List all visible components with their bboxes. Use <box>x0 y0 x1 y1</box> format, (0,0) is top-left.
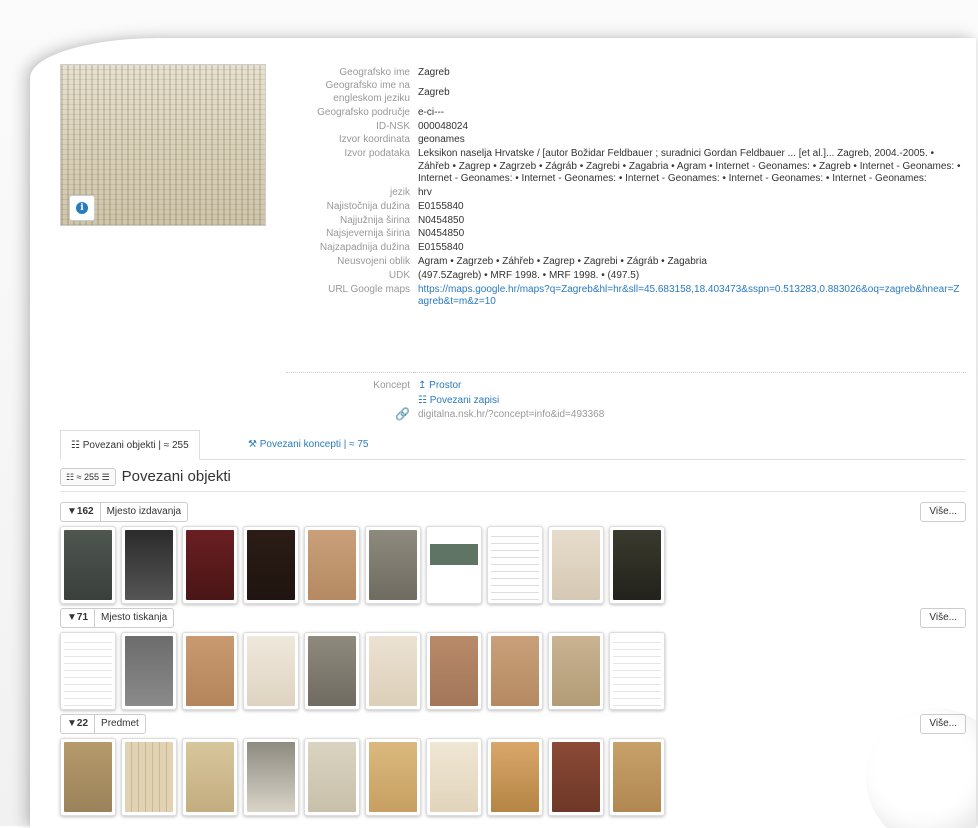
main-image[interactable]: i <box>60 64 266 226</box>
more-button[interactable]: Više... <box>920 502 966 522</box>
meta-row: Najzapadnija dužina E0155840 <box>319 242 464 254</box>
meta-row: Geografsko područje e-ci--- <box>317 106 445 118</box>
section-title: Povezani objekti <box>121 468 231 485</box>
link-icon: 🔗 <box>395 407 410 422</box>
object-thumbnail[interactable] <box>243 632 299 710</box>
section-header: ☷ ≈ 255 ☰ Povezani objekti <box>60 462 966 492</box>
meta-row: Najsjevernija širina N0454850 <box>326 228 465 240</box>
object-thumbnail[interactable] <box>60 632 116 710</box>
object-thumbnail[interactable] <box>609 632 665 710</box>
section-count-button[interactable]: ☷ ≈ 255 ☰ <box>60 467 116 486</box>
object-thumbnail[interactable] <box>365 738 421 816</box>
object-thumbnail[interactable] <box>426 738 482 816</box>
meta-row: Najistočnija dužina E0155840 <box>326 200 464 212</box>
meta-row: Neusvojeni oblik Agram • Zagrzeb • Záhřeb… <box>337 255 707 267</box>
object-thumbnail[interactable] <box>487 526 543 604</box>
google-maps-link[interactable]: https://maps.google.hr/maps?q=Zagreb&hl=… <box>418 284 960 308</box>
more-button[interactable]: Više... <box>920 714 966 734</box>
meta-row: Izvor podataka Leksikon naselja Hrvatske … <box>344 148 961 185</box>
povezani-zapisi-link[interactable]: Povezani zapisi <box>430 395 499 406</box>
object-thumbnail[interactable] <box>60 526 116 604</box>
info-icon: i <box>76 202 88 214</box>
permalink-text: digitalna.nsk.hr/?concept=info&id=493368 <box>418 409 605 421</box>
tab-bar: ☷ Povezani objekti | ≈ 255 ⚒ Povezani ko… <box>60 430 966 460</box>
object-thumbnail[interactable] <box>121 632 177 710</box>
sitemap-icon: ☷ <box>418 394 427 406</box>
object-thumbnail[interactable] <box>121 526 177 604</box>
object-thumbnail[interactable] <box>365 526 421 604</box>
metadata-table: Geografsko ime Zagreb Geografsko ime na e… <box>286 66 966 309</box>
object-thumbnail[interactable] <box>487 632 543 710</box>
filter-icon: ▼ <box>67 612 77 623</box>
group-mjesto-tiskanja: ▼71 Mjesto tiskanja Više... <box>60 608 966 710</box>
meta-row: ID-NSK 000048024 <box>376 120 469 132</box>
object-thumbnail[interactable] <box>243 738 299 816</box>
concepts-icon: ⚒ <box>248 439 257 450</box>
concept-key: Koncept <box>373 380 410 392</box>
objects-icon: ☷ <box>66 471 75 482</box>
filter-icon: ▼ <box>67 506 77 517</box>
object-thumbnail[interactable] <box>548 738 604 816</box>
object-thumbnail[interactable] <box>182 738 238 816</box>
meta-row: UDK (497.5Zagreb) • MRF 1998. • MRF 1998.… <box>388 269 640 281</box>
concept-row: ☷ Povezani zapisi <box>286 393 966 408</box>
concept-row: Koncept ↥ Prostor <box>286 379 966 394</box>
objects-icon: ☷ <box>71 440 80 451</box>
object-thumbnail[interactable] <box>182 632 238 710</box>
object-thumbnail[interactable] <box>609 526 665 604</box>
object-thumbnail[interactable] <box>365 632 421 710</box>
meta-row: jezik hrv <box>389 187 432 199</box>
concept-row: 🔗 digitalna.nsk.hr/?concept=info&id=4933… <box>286 408 966 424</box>
record-card: i Geografsko ime Zagreb Geografsko ime na… <box>30 38 976 828</box>
more-button[interactable]: Više... <box>920 608 966 628</box>
object-thumbnail[interactable] <box>243 526 299 604</box>
object-thumbnail[interactable] <box>60 738 116 816</box>
group-predmet: ▼22 Predmet Više... <box>60 714 966 816</box>
filter-icon: ▼ <box>67 718 77 729</box>
object-thumbnail[interactable] <box>426 632 482 710</box>
object-thumbnail[interactable] <box>182 526 238 604</box>
object-thumbnail[interactable] <box>304 632 360 710</box>
meta-row: URL Google maps https://maps.google.hr/ma… <box>328 283 960 308</box>
object-thumbnail[interactable] <box>548 526 604 604</box>
filter-button[interactable]: ▼71 Mjesto tiskanja <box>60 608 175 628</box>
info-button[interactable]: i <box>69 195 95 221</box>
object-thumbnail[interactable] <box>304 738 360 816</box>
object-thumbnail[interactable] <box>487 738 543 816</box>
meta-row: Najjužnija širina N0454850 <box>339 214 465 226</box>
object-thumbnail[interactable] <box>426 526 482 604</box>
group-mjesto-izdavanja: ▼162 Mjesto izdavanja Više... <box>60 502 966 604</box>
object-thumbnail[interactable] <box>304 526 360 604</box>
filter-button[interactable]: ▼22 Predmet <box>60 714 146 734</box>
object-thumbnail[interactable] <box>548 632 604 710</box>
meta-row: Geografsko ime Zagreb <box>339 66 450 78</box>
meta-row: Izvor koordinata geonames <box>338 134 465 146</box>
meta-row: Geografsko ime na engleskom jeziku Zagreb <box>325 80 450 104</box>
filter-button[interactable]: ▼162 Mjesto izdavanja <box>60 502 189 522</box>
tab-povezani-objekti[interactable]: ☷ Povezani objekti | ≈ 255 <box>60 430 200 460</box>
list-icon: ☰ <box>101 471 110 482</box>
concept-table: Koncept ↥ Prostor ☷ Povezani zapisi 🔗 di… <box>286 372 966 423</box>
tab-povezani-koncepti[interactable]: ⚒ Povezani koncepti | ≈ 75 <box>238 430 378 460</box>
object-thumbnail[interactable] <box>609 738 665 816</box>
object-thumbnail[interactable] <box>121 738 177 816</box>
concept-prostor-link[interactable]: ↥ Prostor <box>418 380 461 391</box>
